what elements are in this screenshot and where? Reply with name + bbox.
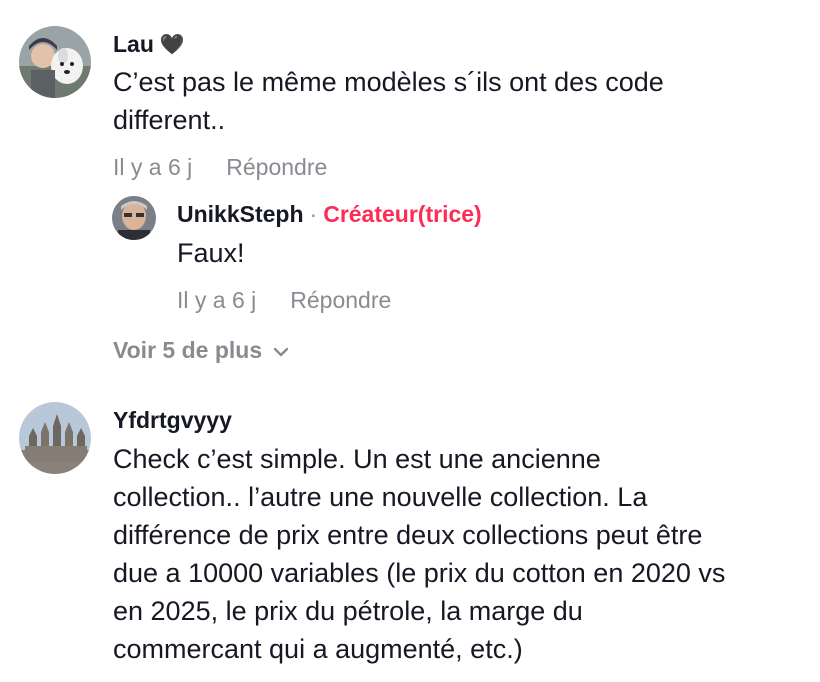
black-heart-emoji: 🖤: [159, 34, 185, 56]
comment-text-line: due a 10000 variables (le prix du cotton…: [113, 558, 726, 588]
comment-username[interactable]: Yfdrtgvyyy: [113, 407, 232, 434]
comment-text-line: différence de prix entre deux collection…: [113, 520, 703, 550]
reply-username-row: UnikkSteph · Créateur(trice): [177, 201, 482, 228]
comment-text-line: commercant qui a augmenté, etc.): [113, 634, 523, 664]
creator-badge: Créateur(trice): [323, 201, 482, 227]
comment-text-line: collection.. l’autre une nouvelle collec…: [113, 482, 648, 512]
reply-meta: Il y a 6 j Répondre: [177, 287, 391, 314]
comment-text: Check c’est simple. Un est une ancienne …: [113, 440, 813, 668]
avatar-image: [19, 26, 91, 98]
reply-button[interactable]: Répondre: [226, 154, 327, 181]
reply-button[interactable]: Répondre: [290, 287, 391, 314]
comment-text-line: en 2025, le prix du pétrole, la marge du: [113, 596, 583, 626]
comment-text-line: C’est pas le même modèles s´ils ont des …: [113, 67, 664, 97]
avatar-image: [19, 402, 91, 474]
comment-username[interactable]: Lau 🖤: [113, 31, 185, 58]
view-more-replies-button[interactable]: Voir 5 de plus: [113, 337, 290, 364]
comment-meta: Il y a 6 j Répondre: [113, 154, 327, 181]
comment-text-line: Check c’est simple. Un est une ancienne: [113, 444, 601, 474]
separator-dot: ·: [309, 201, 318, 227]
view-more-label: Voir 5 de plus: [113, 337, 263, 363]
avatar[interactable]: [112, 196, 156, 240]
reply-time: Il y a 6 j: [177, 287, 257, 313]
comment-text-line: different..: [113, 105, 226, 135]
avatar-image: [112, 196, 156, 240]
username-text: Lau: [113, 31, 154, 57]
avatar[interactable]: [19, 26, 91, 98]
comment-time: Il y a 6 j: [113, 154, 193, 180]
avatar[interactable]: [19, 402, 91, 474]
reply-text: Faux!: [177, 238, 245, 268]
reply-username[interactable]: UnikkSteph: [177, 201, 304, 228]
username-text: Yfdrtgvyyy: [113, 407, 232, 433]
chevron-down-icon: [272, 337, 290, 364]
comment-text: C’est pas le même modèles s´ils ont des …: [113, 63, 803, 139]
